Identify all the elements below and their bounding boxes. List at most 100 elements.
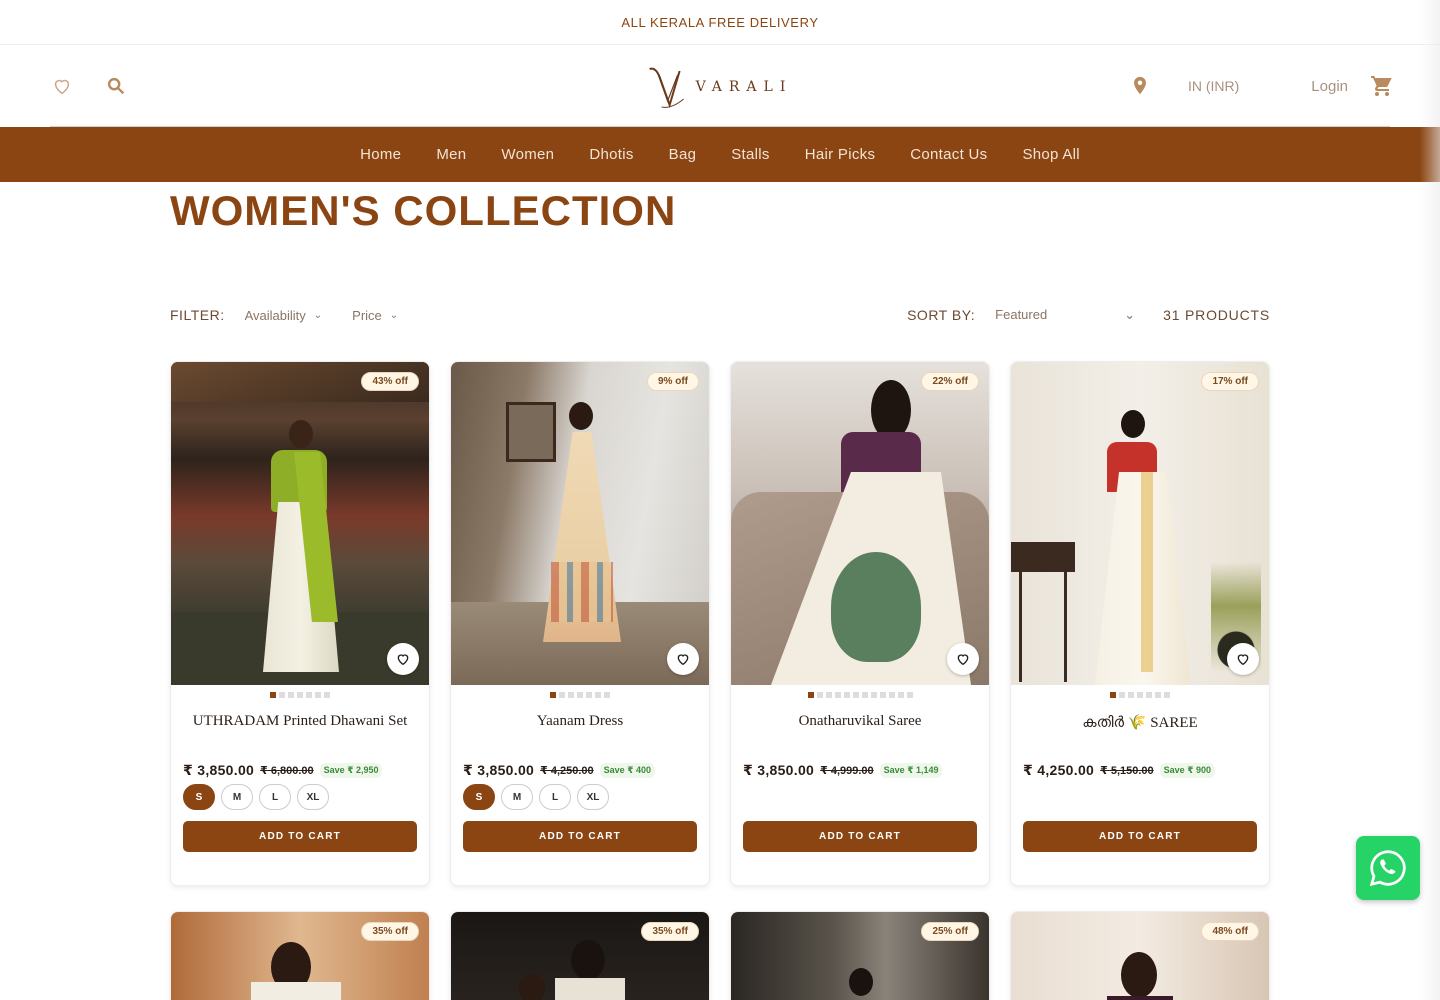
product-card[interactable]: 17% off കതിർ 🌾 SAREE ₹ 4,250.00 ₹ 5,150.… [1010,361,1270,886]
product-card[interactable]: 43% off UTHRADAM Printed Dhawani Set ₹ 3… [170,361,430,886]
size-option-xl[interactable]: XL [577,784,609,810]
discount-badge: 35% off [361,922,419,941]
add-to-cart-button[interactable]: ADD TO CART [743,821,977,852]
chevron-down-icon: ⌄ [1124,307,1136,322]
nav-contact-us[interactable]: Contact Us [910,146,987,163]
discount-badge: 22% off [921,372,979,391]
price-row: ₹ 4,250.00 ₹ 5,150.00 Save ₹ 900 [1011,760,1269,780]
image-carousel-dots[interactable] [171,692,429,698]
size-options: S M L XL [451,784,709,810]
product-card[interactable]: 35% off [170,911,430,1000]
sale-price: ₹ 4,250.00 [1023,761,1095,778]
product-grid: 43% off UTHRADAM Printed Dhawani Set ₹ 3… [170,361,1270,1000]
original-price: ₹ 4,999.00 [820,764,874,777]
image-carousel-dots[interactable] [731,692,989,698]
original-price: ₹ 5,150.00 [1100,764,1154,777]
product-card[interactable]: 22% off Onatharuvikal Saree ₹ 3,850.00 ₹… [730,361,990,886]
nav-shop-all[interactable]: Shop All [1022,146,1079,163]
product-card[interactable]: 9% off Yaanam Dress ₹ 3,850.00 ₹ 4,250.0… [450,361,710,886]
save-badge: Save ₹ 400 [599,762,655,778]
product-name[interactable]: കതിർ 🌾 SAREE [1011,713,1269,733]
search-icon[interactable] [104,74,128,98]
currency-selector[interactable]: IN (INR) [1188,78,1239,94]
product-image[interactable]: 22% off [731,362,989,685]
product-name[interactable]: UTHRADAM Printed Dhawani Set [171,713,429,733]
wishlist-heart-icon[interactable] [947,643,979,675]
size-option-m[interactable]: M [221,784,253,810]
discount-badge: 35% off [641,922,699,941]
product-image[interactable]: 35% off [171,912,429,1000]
nav-men[interactable]: Men [436,146,466,163]
product-name[interactable]: Onatharuvikal Saree [731,713,989,733]
discount-badge: 17% off [1201,372,1259,391]
sort-select[interactable]: Featured ⌄ [995,307,1135,323]
add-to-cart-button[interactable]: ADD TO CART [463,821,697,852]
product-card[interactable]: 35% off [450,911,710,1000]
product-image[interactable]: 48% off [1011,912,1269,1000]
wishlist-heart-icon[interactable] [387,643,419,675]
availability-filter-label: Availability [244,307,306,323]
price-row: ₹ 3,850.00 ₹ 6,800.00 Save ₹ 2,950 [171,760,429,780]
price-row: ₹ 3,850.00 ₹ 4,999.00 Save ₹ 1,149 [731,760,989,780]
product-card[interactable]: 25% off [730,911,990,1000]
nav-stalls[interactable]: Stalls [731,146,769,163]
location-pin-icon[interactable] [1128,74,1152,98]
page-title: WOMEN'S COLLECTION [170,187,677,234]
product-name[interactable]: Yaanam Dress [451,713,709,733]
size-options: S M L XL [171,784,429,810]
nav-home[interactable]: Home [360,146,401,163]
discount-badge: 43% off [361,372,419,391]
product-image[interactable]: 35% off [451,912,709,1000]
image-carousel-dots[interactable] [1011,692,1269,698]
size-option-m[interactable]: M [501,784,533,810]
product-image[interactable]: 9% off [451,362,709,685]
site-header: VARALI IN (INR) Login [0,45,1440,127]
size-option-xl[interactable]: XL [297,784,329,810]
discount-badge: 25% off [921,922,979,941]
login-link[interactable]: Login [1311,78,1348,95]
nav-bag[interactable]: Bag [669,146,697,163]
product-image[interactable]: 43% off [171,362,429,685]
nav-women[interactable]: Women [501,146,554,163]
chevron-down-icon: ⌄ [389,309,399,321]
whatsapp-icon [1369,850,1406,887]
save-badge: Save ₹ 1,149 [879,762,943,778]
nav-dhotis[interactable]: Dhotis [589,146,633,163]
discount-badge: 48% off [1201,922,1259,941]
wishlist-heart-icon[interactable] [1227,643,1259,675]
size-option-l[interactable]: L [539,784,571,810]
product-card[interactable]: 48% off [1010,911,1270,1000]
discount-badge: 9% off [647,372,699,391]
sort-value: Featured [995,307,1048,322]
chevron-down-icon: ⌄ [313,309,323,321]
main-nav: Home Men Women Dhotis Bag Stalls Hair Pi… [0,127,1440,182]
sort-label: SORT BY: [907,307,976,323]
price-row: ₹ 3,850.00 ₹ 4,250.00 Save ₹ 400 [451,760,709,780]
price-filter-label: Price [352,307,382,323]
nav-hair-picks[interactable]: Hair Picks [805,146,876,163]
image-carousel-dots[interactable] [451,692,709,698]
logo-text: VARALI [695,79,793,95]
save-badge: Save ₹ 2,950 [319,762,383,778]
cart-icon[interactable] [1370,74,1394,98]
add-to-cart-button[interactable]: ADD TO CART [1023,821,1257,852]
wishlist-heart-icon[interactable] [50,74,74,98]
brand-logo[interactable]: VARALI [648,63,793,109]
save-badge: Save ₹ 900 [1159,762,1215,778]
size-option-s[interactable]: S [463,784,495,810]
logo-mark-icon [649,67,684,109]
availability-filter[interactable]: Availability ⌄ [245,308,323,323]
whatsapp-chat-button[interactable] [1356,836,1420,900]
sale-price: ₹ 3,850.00 [743,761,815,778]
wishlist-heart-icon[interactable] [667,643,699,675]
product-image[interactable]: 25% off [731,912,989,1000]
price-filter[interactable]: Price ⌄ [352,308,398,323]
product-image[interactable]: 17% off [1011,362,1269,685]
size-option-l[interactable]: L [259,784,291,810]
size-option-s[interactable]: S [183,784,215,810]
filter-bar: FILTER: Availability ⌄ Price ⌄ SORT BY: … [170,303,1270,327]
add-to-cart-button[interactable]: ADD TO CART [183,821,417,852]
original-price: ₹ 6,800.00 [260,764,314,777]
filter-label: FILTER: [170,307,225,323]
announcement-text: ALL KERALA FREE DELIVERY [621,14,819,30]
